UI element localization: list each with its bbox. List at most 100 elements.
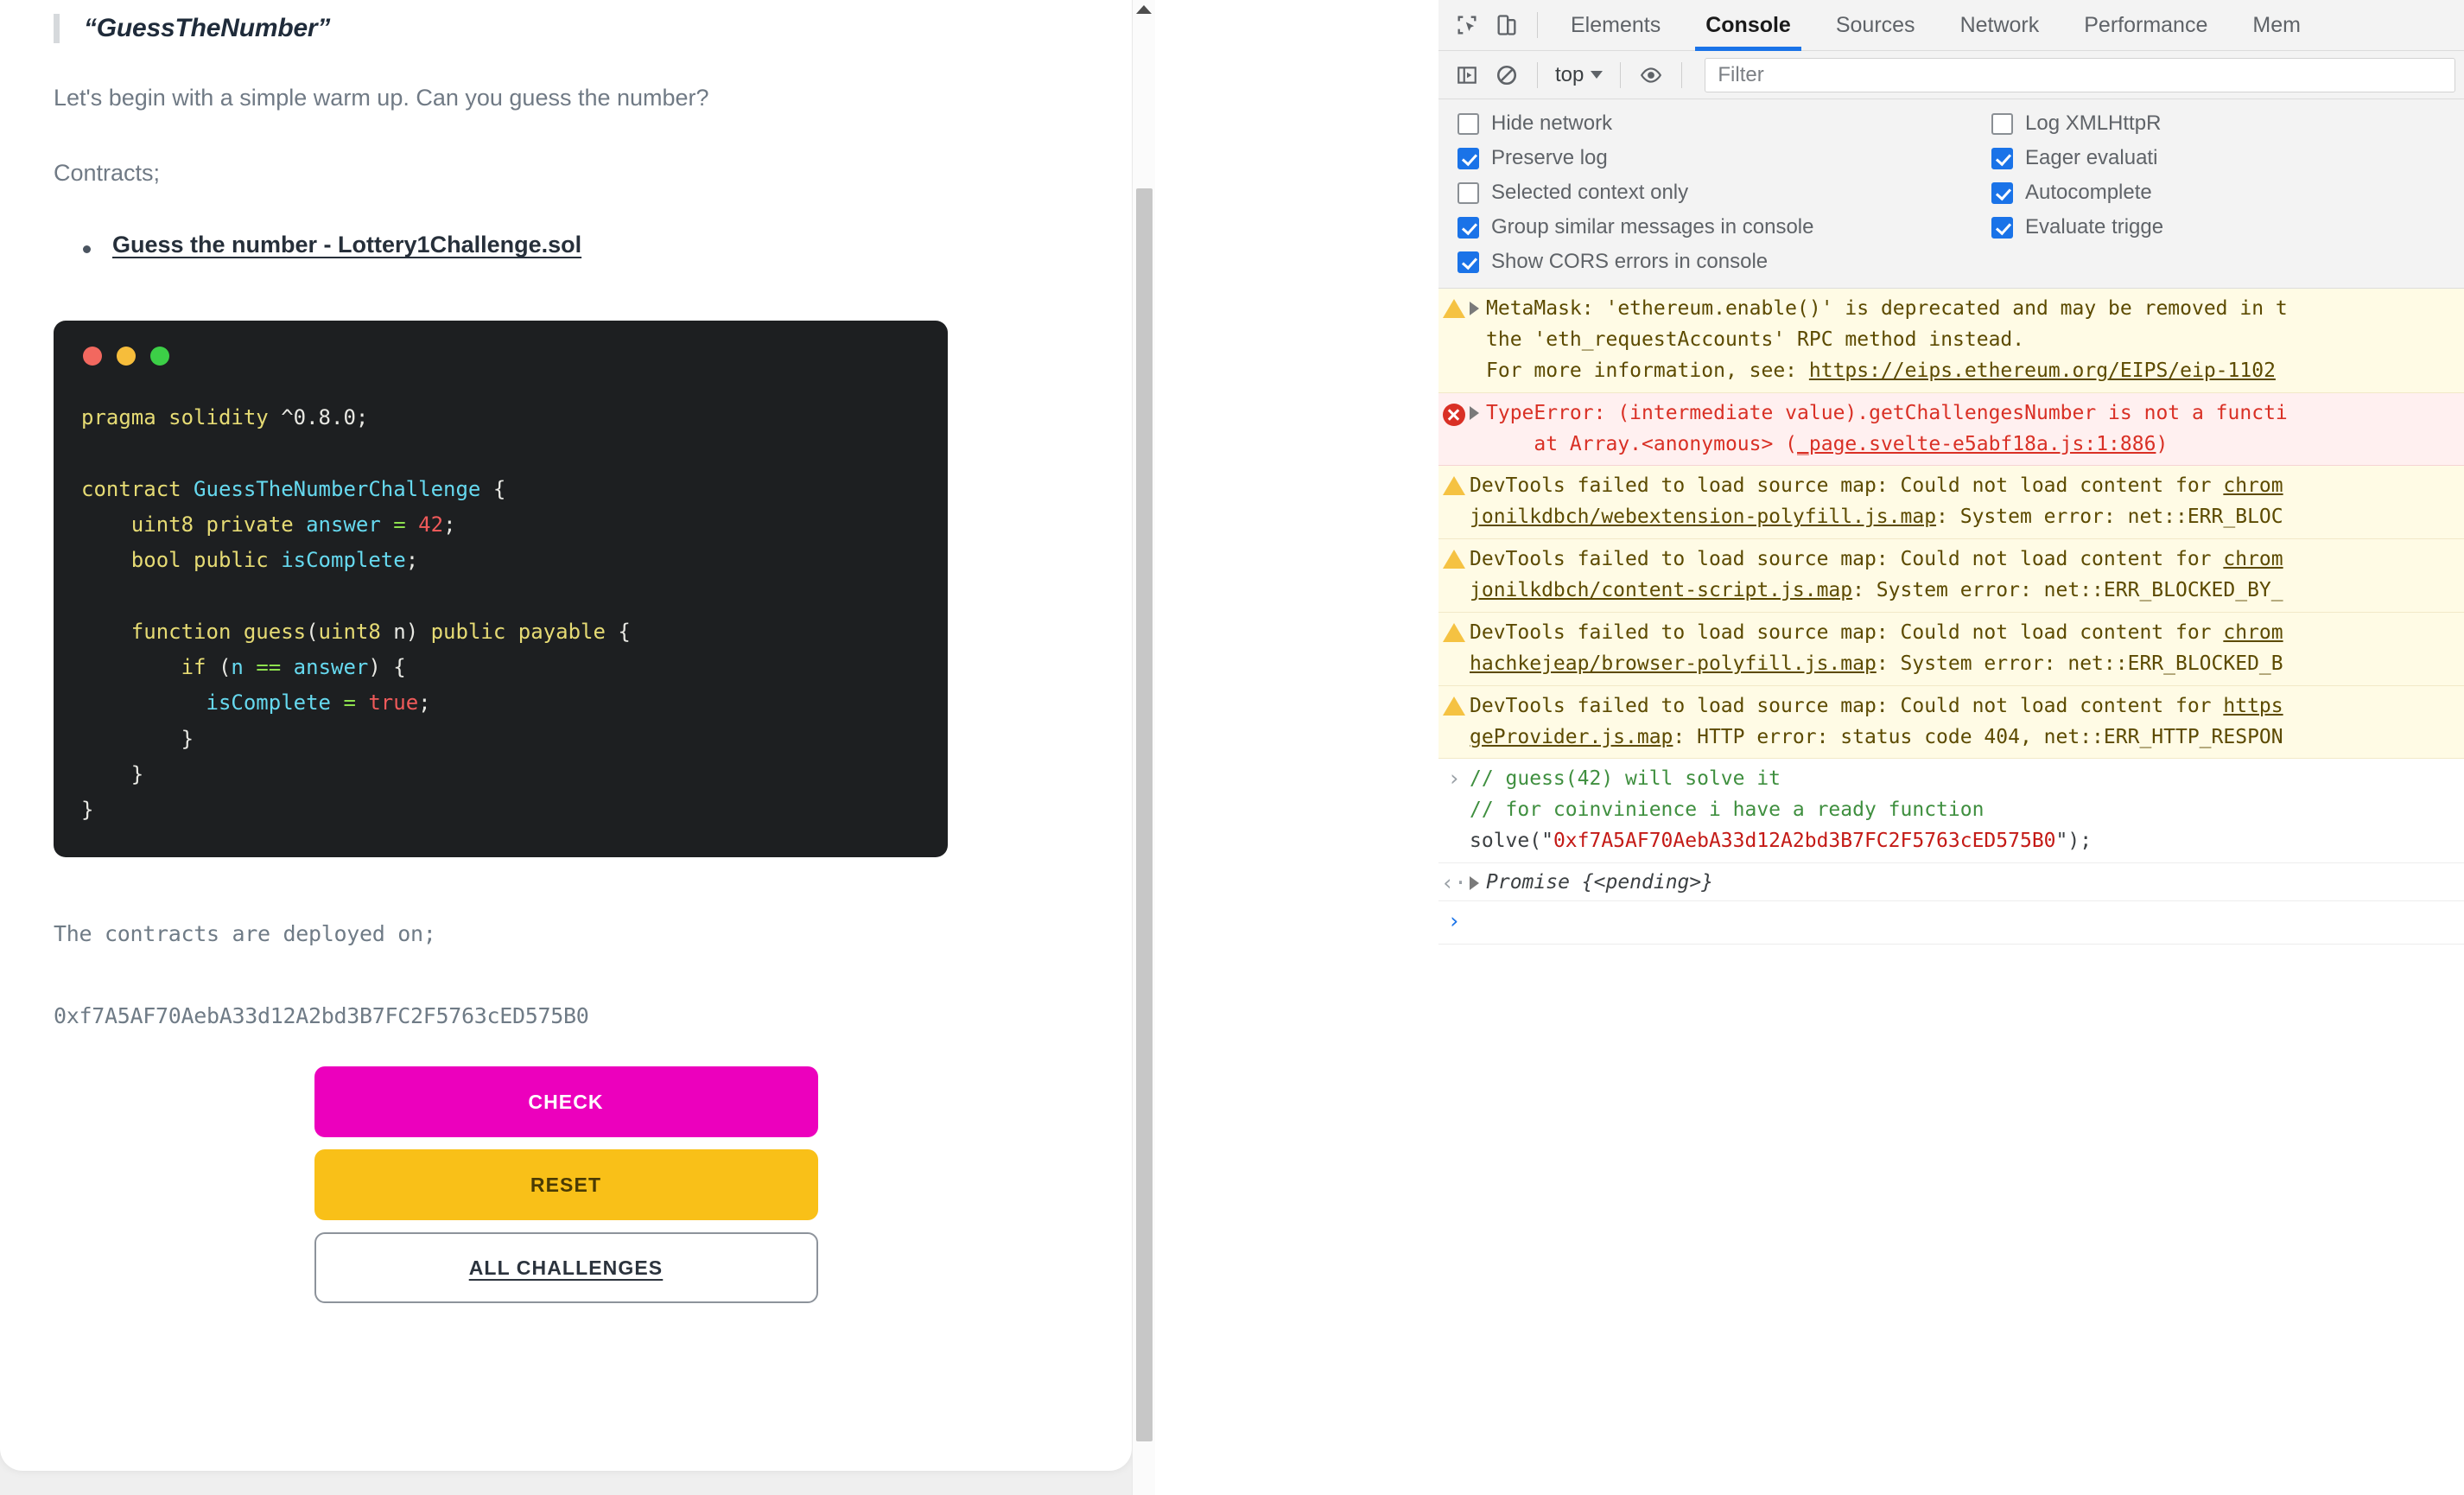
- page-card: “GuessTheNumber” Let's begin with a simp…: [0, 0, 1132, 1471]
- browser-page-viewport: “GuessTheNumber” Let's begin with a simp…: [0, 0, 1155, 1495]
- checkbox[interactable]: [1991, 216, 2013, 239]
- setting-hide-network[interactable]: Hide network: [1457, 111, 1991, 136]
- console-message-warning[interactable]: DevTools failed to load source map: Coul…: [1438, 685, 2464, 760]
- console-filter-input[interactable]: [1705, 57, 2455, 92]
- prompt-input[interactable]: [1470, 907, 2464, 938]
- sourcemap-link[interactable]: chrom: [2223, 474, 2283, 497]
- message-line: DevTools failed to load source map: Coul…: [1470, 474, 2283, 498]
- all-challenges-button[interactable]: ALL CHALLENGES: [314, 1232, 818, 1304]
- console-sidebar-icon[interactable]: [1447, 55, 1487, 95]
- expand-arrow-icon[interactable]: [1470, 302, 1479, 315]
- checkbox[interactable]: [1991, 181, 2013, 204]
- checkbox[interactable]: [1991, 147, 2013, 169]
- expand-arrow-icon[interactable]: [1470, 876, 1479, 890]
- sourcemap-link-cont[interactable]: jonilkdbch/content-script.js.map: [1470, 579, 1852, 601]
- sourcemap-link[interactable]: https: [2223, 695, 2283, 717]
- setting-label: Selected context only: [1491, 181, 1689, 204]
- sourcemap-link-cont[interactable]: hachkejeap/browser-polyfill.js.map: [1470, 652, 1877, 675]
- reset-button[interactable]: RESET: [314, 1149, 818, 1221]
- settings-column-left: Hide network Preserve log Selected conte…: [1438, 111, 1991, 274]
- output-marker-icon: ‹·: [1440, 870, 1468, 895]
- setting-eager-evaluation[interactable]: Eager evaluati: [1991, 146, 2163, 170]
- setting-selected-context-only[interactable]: Selected context only: [1457, 181, 1991, 205]
- checkbox[interactable]: [1457, 251, 1479, 273]
- prompt-marker-icon: ›: [1447, 908, 1461, 933]
- message-line: DevTools failed to load source map: Coul…: [1470, 694, 2283, 717]
- console-message-warning[interactable]: MetaMask: 'ethereum.enable()' is depreca…: [1438, 289, 2464, 393]
- setting-evaluate-triggers[interactable]: Evaluate trigge: [1991, 215, 2163, 239]
- clear-console-icon[interactable]: [1487, 55, 1527, 95]
- page-scrollbar[interactable]: [1132, 0, 1155, 1495]
- maximize-dot-icon: [150, 347, 169, 366]
- console-message-warning[interactable]: DevTools failed to load source map: Coul…: [1438, 612, 2464, 686]
- message-icon-gutter: [1438, 691, 1470, 754]
- setting-label: Hide network: [1491, 111, 1613, 135]
- scroll-up-arrow-icon[interactable]: [1136, 5, 1152, 14]
- device-toolbar-icon[interactable]: [1487, 5, 1527, 45]
- setting-autocomplete[interactable]: Autocomplete: [1991, 181, 2163, 205]
- warning-icon: [1443, 476, 1465, 496]
- message-text: DevTools failed to load source map: Coul…: [1470, 691, 2464, 754]
- expand-arrow-icon[interactable]: [1470, 405, 1479, 420]
- checkbox[interactable]: [1991, 112, 2013, 135]
- tab-network[interactable]: Network: [1938, 0, 2062, 51]
- message-text: DevTools failed to load source map: Coul…: [1470, 618, 2464, 680]
- execution-context-selector[interactable]: top: [1548, 63, 1610, 87]
- console-input-entry[interactable]: › // guess(42) will solve it // for coin…: [1438, 759, 2464, 863]
- console-message-error[interactable]: TypeError: (intermediate value).getChall…: [1438, 392, 2464, 467]
- tab-memory[interactable]: Mem: [2230, 0, 2323, 51]
- filterbar-divider: [1537, 61, 1538, 88]
- window-gap: [1155, 0, 1438, 1495]
- checkbox[interactable]: [1457, 181, 1479, 204]
- sourcemap-link-cont[interactable]: geProvider.js.map: [1470, 726, 1673, 748]
- context-label: top: [1555, 62, 1584, 86]
- setting-label: Evaluate trigge: [2025, 215, 2164, 239]
- sourcemap-link-cont[interactable]: jonilkdbch/webextension-polyfill.js.map: [1470, 506, 1936, 528]
- tab-label: Network: [1959, 12, 2040, 37]
- inspect-element-icon[interactable]: [1447, 5, 1487, 45]
- filterbar-divider-2: [1620, 61, 1622, 88]
- scrollbar-thumb[interactable]: [1136, 188, 1153, 1441]
- console-prompt[interactable]: ›: [1438, 901, 2464, 945]
- error-icon: [1443, 403, 1465, 426]
- sourcemap-link[interactable]: chrom: [2223, 621, 2283, 644]
- chevron-down-icon: [1591, 71, 1604, 79]
- code-window: pragma solidity ^0.8.0; contract GuessTh…: [54, 321, 948, 858]
- setting-show-cors-errors[interactable]: Show CORS errors in console: [1457, 250, 1991, 274]
- live-expression-icon[interactable]: [1631, 55, 1671, 95]
- console-message-warning[interactable]: DevTools failed to load source map: Coul…: [1438, 539, 2464, 613]
- setting-group-similar[interactable]: Group similar messages in console: [1457, 215, 1991, 239]
- tab-performance[interactable]: Performance: [2061, 0, 2230, 51]
- message-line: geProvider.js.map: HTTP error: status co…: [1470, 725, 2283, 748]
- message-icon-gutter: [1438, 544, 1470, 607]
- message-line: the 'eth_requestAccounts' RPC method ins…: [1486, 328, 2025, 351]
- eip-link[interactable]: https://eips.ethereum.org/EIPS/eip-1102: [1809, 359, 2276, 382]
- checkbox[interactable]: [1457, 112, 1479, 135]
- checkbox[interactable]: [1457, 147, 1479, 169]
- sourcemap-link[interactable]: chrom: [2223, 548, 2283, 570]
- input-marker-icon: ›: [1447, 766, 1461, 792]
- code-comment: // guess(42) will solve it: [1470, 767, 1781, 791]
- checkbox[interactable]: [1457, 216, 1479, 239]
- tab-elements[interactable]: Elements: [1548, 0, 1683, 51]
- setting-log-xmlhttprequests[interactable]: Log XMLHttpR: [1991, 111, 2163, 136]
- devtools-tabbar: Elements Console Sources Network Perform…: [1438, 0, 2464, 51]
- setting-label: Group similar messages in console: [1491, 215, 1814, 239]
- contract-address: 0xf7A5AF70AebA33d12A2bd3B7FC2F5763cED575…: [54, 1003, 589, 1029]
- warning-icon: [1443, 622, 1465, 642]
- devtools-panel: Elements Console Sources Network Perform…: [1438, 0, 2464, 1495]
- contract-link[interactable]: Guess the number - Lottery1Challenge.sol: [112, 232, 581, 258]
- setting-label: Autocomplete: [2025, 181, 2152, 204]
- tab-label: Mem: [2252, 12, 2301, 37]
- console-message-warning[interactable]: DevTools failed to load source map: Coul…: [1438, 466, 2464, 540]
- source-link[interactable]: _page.svelte-e5abf18a.js:1:886: [1797, 433, 2156, 455]
- setting-preserve-log[interactable]: Preserve log: [1457, 146, 1991, 170]
- setting-label: Show CORS errors in console: [1491, 250, 1769, 273]
- console-result-entry[interactable]: ‹· Promise {<pending>}: [1438, 863, 2464, 901]
- console-settings: Hide network Preserve log Selected conte…: [1438, 99, 2464, 289]
- tab-sources[interactable]: Sources: [1813, 0, 1938, 51]
- message-line: MetaMask: 'ethereum.enable()' is depreca…: [1486, 297, 2288, 320]
- message-text: DevTools failed to load source map: Coul…: [1470, 544, 2464, 607]
- tab-console[interactable]: Console: [1683, 0, 1813, 51]
- check-button[interactable]: CHECK: [314, 1066, 818, 1138]
